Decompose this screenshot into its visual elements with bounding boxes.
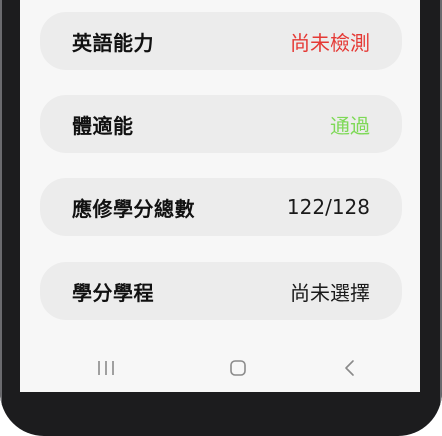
phone-edge-left [0, 0, 2, 436]
status-row-credits[interactable]: 應修學分總數 122/128 [40, 178, 402, 236]
row-value: 尚未選擇 [290, 280, 370, 305]
back-button[interactable] [330, 354, 370, 382]
recent-apps-button[interactable] [86, 354, 126, 382]
status-row-english[interactable]: 英語能力 尚未檢測 [40, 12, 402, 70]
home-button[interactable] [218, 354, 258, 382]
row-label: 學分學程 [72, 280, 154, 305]
recent-apps-icon [98, 361, 114, 375]
row-value: 通過 [330, 113, 370, 138]
row-value: 尚未檢測 [290, 30, 370, 55]
navigation-bar [20, 344, 420, 392]
status-row-fitness[interactable]: 體適能 通過 [40, 95, 402, 153]
back-icon [345, 360, 354, 376]
home-icon [230, 360, 246, 376]
row-label: 英語能力 [72, 30, 154, 55]
row-label: 體適能 [72, 113, 134, 138]
row-value: 122/128 [286, 195, 370, 219]
phone-frame: 英語能力 尚未檢測 體適能 通過 應修學分總數 122/128 學分學程 尚未選… [0, 0, 442, 436]
status-row-program[interactable]: 學分學程 尚未選擇 [40, 262, 402, 320]
row-label: 應修學分總數 [72, 196, 195, 221]
screen: 英語能力 尚未檢測 體適能 通過 應修學分總數 122/128 學分學程 尚未選… [20, 0, 420, 392]
